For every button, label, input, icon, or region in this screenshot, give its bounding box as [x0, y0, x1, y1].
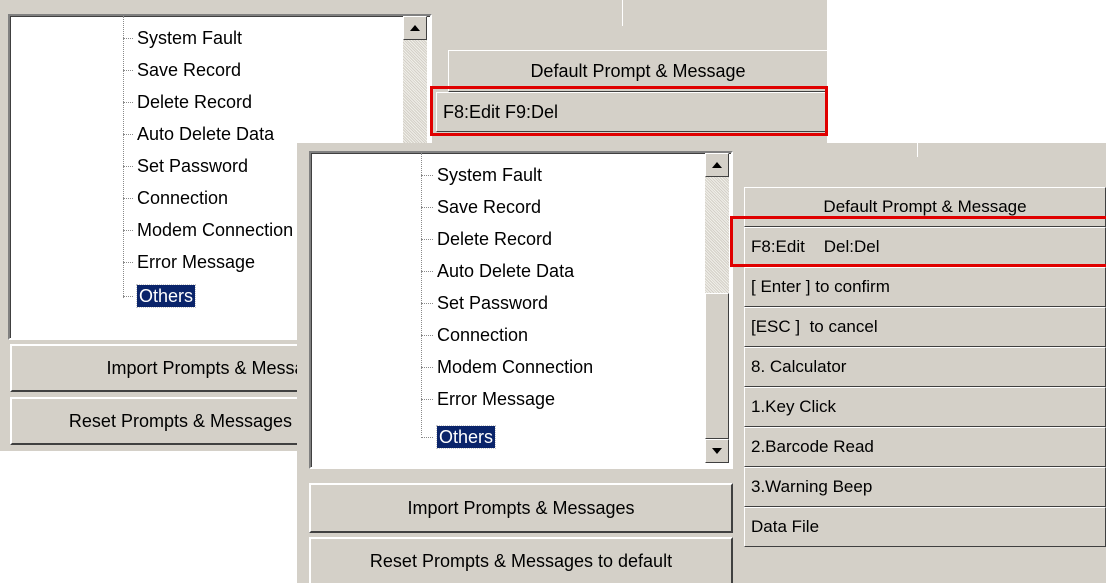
- front-tree-view[interactable]: System Fault Save Record Delete Record A…: [309, 151, 733, 469]
- front-table-header: Default Prompt & Message: [744, 187, 1106, 227]
- arrow-down-icon: [712, 448, 722, 454]
- front-table-row[interactable]: 8. Calculator: [744, 347, 1106, 387]
- front-window: System Fault Save Record Delete Record A…: [297, 143, 1106, 583]
- front-table-row[interactable]: 3.Warning Beep: [744, 467, 1106, 507]
- scroll-down-button[interactable]: [705, 439, 729, 463]
- front-top-tab-edge: [917, 143, 1106, 157]
- back-table-header: Default Prompt & Message: [448, 50, 827, 92]
- scroll-up-button[interactable]: [705, 153, 729, 177]
- arrow-up-icon: [410, 25, 420, 31]
- front-table-row[interactable]: [ESC ] to cancel: [744, 307, 1106, 347]
- front-table-row[interactable]: Data File: [744, 507, 1106, 547]
- front-table-row[interactable]: 1.Key Click: [744, 387, 1106, 427]
- front-table-row[interactable]: 2.Barcode Read: [744, 427, 1106, 467]
- scroll-up-button[interactable]: [403, 16, 427, 40]
- front-tree-scrollbar[interactable]: [705, 153, 729, 463]
- front-table-row[interactable]: F8:Edit Del:Del: [744, 227, 1106, 267]
- arrow-up-icon: [712, 162, 722, 168]
- back-top-tab-edge: [622, 0, 827, 26]
- front-import-button[interactable]: Import Prompts & Messages: [309, 483, 733, 533]
- back-table-row[interactable]: F8:Edit F9:Del: [436, 92, 827, 132]
- scroll-thumb[interactable]: [705, 293, 729, 439]
- front-table-row[interactable]: [ Enter ] to confirm: [744, 267, 1106, 307]
- front-reset-button[interactable]: Reset Prompts & Messages to default: [309, 537, 733, 583]
